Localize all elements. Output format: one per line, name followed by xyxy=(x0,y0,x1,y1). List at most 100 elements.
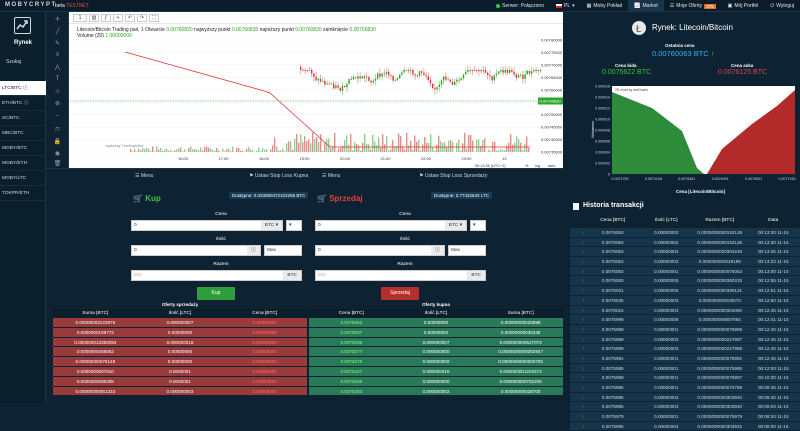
table-row[interactable]: ↑0.00760630.000000020.000000000015212800… xyxy=(570,228,800,238)
table-cell: 0.00000000028700 xyxy=(478,387,563,396)
sidebar-item-mbc-btc[interactable]: MBC/BTC xyxy=(0,126,46,141)
sidebar-item-moby-ltc[interactable]: MOBY/LTC xyxy=(0,171,46,186)
column-header[interactable]: Suma [BTC] xyxy=(478,309,563,318)
dashboard-icon: ▦ xyxy=(587,3,592,9)
table-row[interactable]: 0.00000004568520.000000000.00000000 xyxy=(53,347,307,357)
buy-amount-input[interactable]: 0ⓘ xyxy=(131,245,261,256)
table-row[interactable]: 0.00000000076100.00000010.00000000 xyxy=(53,367,307,377)
logo[interactable]: MOBYCRYPT xyxy=(5,2,57,8)
table-row[interactable]: ↑0.00759850.000000010.000000000007598500… xyxy=(570,364,800,374)
table-row[interactable]: ↑0.00759850.000000010.000000000007678800… xyxy=(570,383,800,393)
table-row[interactable]: ↑0.00760630.000000040.000000000030424800… xyxy=(570,247,800,257)
table-row[interactable]: ↑0.00759990.000000030.000000000022798800… xyxy=(570,344,800,354)
table-row[interactable]: ↑0.00759790.000000010.000000000007597900… xyxy=(570,412,800,422)
trendline-icon[interactable]: ╱ xyxy=(52,28,63,36)
sell-max-button[interactable]: Max xyxy=(448,245,486,256)
sell-amount-input[interactable]: 0ⓘ xyxy=(315,245,445,256)
sidebar-search[interactable]: Szukaj xyxy=(6,59,21,65)
brush-icon[interactable]: ✎ xyxy=(52,40,63,48)
table-row[interactable]: 0.0000000133930940.0000000180.00000000 xyxy=(53,338,307,348)
column-header[interactable]: Razem [BTC] xyxy=(693,218,747,227)
table-row[interactable]: 0.00752050.0000000000.000000000752205 xyxy=(309,377,563,387)
table-row[interactable]: 0.00750070.000000040.00000000030438 xyxy=(309,328,563,338)
sell-total-currency: BTC xyxy=(467,271,485,280)
table-row[interactable]: ↑0.00759850.000000040.000000000030394000… xyxy=(570,393,800,403)
volume-bar xyxy=(502,150,503,152)
table-row[interactable]: 0.00752760.0000000000.0000000000000700 xyxy=(309,357,563,367)
crosshair-icon[interactable]: ✛ xyxy=(52,16,63,24)
table-row[interactable]: ↑0.00759990.000000010.000000000007599900… xyxy=(570,325,800,335)
sidebar-item-ltc-btc[interactable]: LTC/BTC ⓘ xyxy=(0,81,46,96)
sell-price-input[interactable]: 0BTC ▾ xyxy=(315,220,467,231)
measure-icon[interactable]: ⊹ xyxy=(52,88,63,96)
sell-total-input[interactable]: 0.0BTC xyxy=(315,270,486,281)
fib-icon[interactable]: ≡ xyxy=(52,52,63,60)
table-row[interactable]: 0.00752770.0000000000.0000000009382947 xyxy=(309,347,563,357)
sidebar-item-moby-eth[interactable]: MOBY/ETH xyxy=(0,156,46,171)
table-row[interactable]: ↑0.00759920.000000010.000000000007599200… xyxy=(570,354,800,364)
table-row[interactable]: 0.000000000513330.0000000030.00000000 xyxy=(53,387,307,397)
sidebar-item-tokpr-eth[interactable]: TOKPR/ETH xyxy=(0,186,46,201)
table-cell: 00:12:50 11-15 xyxy=(747,296,800,305)
column-header[interactable]: Cena [BTC] xyxy=(309,309,394,318)
zoom-icon[interactable]: ⊕ xyxy=(52,100,63,108)
table-row[interactable]: ↑0.00760150.000000040.000000000030406000… xyxy=(570,306,800,316)
buy-price-currency-label: BTC xyxy=(265,223,275,228)
nav-market[interactable]: 📈Market xyxy=(628,0,664,12)
table-row[interactable]: 0.000000032228750.0000000070.00000000 xyxy=(53,318,307,328)
table-row[interactable]: 0.00752930.0000000020.00000000028700 xyxy=(309,387,563,397)
table-row[interactable]: 0.00752980.0000000070.000000000527072 xyxy=(309,338,563,348)
magnet-icon[interactable]: ⊓ xyxy=(52,126,63,134)
sidebar-item-sc-btc[interactable]: SC/BTC xyxy=(0,111,46,126)
column-header[interactable]: Suma [BTC] xyxy=(53,309,138,318)
table-row[interactable]: ↑0.00760630.000000050.000000000038031500… xyxy=(570,276,800,286)
column-header[interactable]: Ilość [LTC] xyxy=(138,309,223,318)
buy-total-input[interactable]: 0.0BTC xyxy=(131,270,302,281)
table-cell: 0.000000000228189 xyxy=(693,257,747,266)
column-header[interactable]: Cena [BTC] xyxy=(222,309,307,318)
sidebar-item-eth-btc[interactable]: ETH/BTC ⓘ xyxy=(0,96,46,111)
sidebar-item-moby-btc[interactable]: MOBY/BTC xyxy=(0,141,46,156)
table-row[interactable]: ↑0.00760350.000000030.00000000022807000:… xyxy=(570,296,800,306)
table-row[interactable]: 0.00000001987720.000000000.00000000 xyxy=(53,328,307,338)
table-row[interactable]: 0.00760520.000000000.00000000028898 xyxy=(309,318,563,328)
table-row[interactable]: ↑0.00759990.000000080.00000000060799200:… xyxy=(570,315,800,325)
table-cell: 00:13:30 11-15 xyxy=(747,238,800,247)
table-row[interactable]: 0.00000000862850.00000010.00000000 xyxy=(53,377,307,387)
nav-moby-poklad[interactable]: ▦Moby Pokład xyxy=(581,0,629,12)
buy-available-label: Dostępne: xyxy=(232,193,253,198)
table-row[interactable]: ↑0.00760630.000000020.000000000015212600… xyxy=(570,238,800,248)
eye-icon[interactable]: ◉ xyxy=(52,150,63,158)
table-row[interactable]: ↑0.00759850.000000040.000000000030394000… xyxy=(570,402,800,412)
table-cell: 0.00000000 xyxy=(138,347,223,356)
table-row[interactable]: ↑0.00760310.000000050.000000000038013100… xyxy=(570,286,800,296)
nav-wyloguj[interactable]: ⏻Wyloguj xyxy=(764,0,800,12)
sell-button[interactable]: Sprzedaj xyxy=(381,287,419,300)
column-header[interactable]: Cena [BTC] xyxy=(586,218,640,227)
nav-moj-portfel[interactable]: ▣Mój Portfel xyxy=(722,0,765,12)
text-icon[interactable]: T xyxy=(52,76,63,84)
column-header[interactable]: Data xyxy=(747,218,800,227)
column-header[interactable]: Ilość [LTC] xyxy=(394,309,479,318)
sell-price-dropdown[interactable]: ▾ xyxy=(470,220,486,231)
lock-icon[interactable]: 🔒 xyxy=(52,138,63,146)
back-icon[interactable]: ← xyxy=(52,112,63,120)
price-chart[interactable]: ✛ ╱ ✎ ≡ ⋀ T ⊹ ⊕ ← ⊓ 🔒 ◉ 🗑 1 ▥ ƒ + ↶ ↷ ⛶ … xyxy=(47,12,563,170)
nav-moje-oferty[interactable]: ☰Moje Oferty375 xyxy=(664,0,722,12)
candle-body xyxy=(414,74,415,75)
table-row[interactable]: 0.000000000761480.000000000.00000000 xyxy=(53,357,307,367)
language-select[interactable]: PL▾ xyxy=(550,0,581,12)
table-row[interactable]: ↑0.00760630.000000010.000000000007606300… xyxy=(570,267,800,277)
table-row[interactable]: ↑0.00759990.000000030.000000000022799700… xyxy=(570,335,800,345)
buy-price-dropdown[interactable]: ▾ xyxy=(286,220,302,231)
table-row[interactable]: 0.00752470.0000000160.000000001204472 xyxy=(309,367,563,377)
pattern-icon[interactable]: ⋀ xyxy=(52,64,63,72)
trash-icon[interactable]: 🗑 xyxy=(52,160,63,168)
column-header[interactable]: Ilość [LTC] xyxy=(640,218,694,227)
buy-price-input[interactable]: 0BTC ▾ xyxy=(131,220,283,231)
table-row[interactable]: ↑0.00759990.000000010.000000000007599700… xyxy=(570,373,800,383)
table-row[interactable]: ↑0.00759850.000000040.000000000030393200… xyxy=(570,422,800,431)
table-row[interactable]: ↑0.00760630.000000030.00000000022818900:… xyxy=(570,257,800,267)
buy-max-button[interactable]: Max xyxy=(264,245,302,256)
buy-button[interactable]: Kup xyxy=(197,287,235,300)
